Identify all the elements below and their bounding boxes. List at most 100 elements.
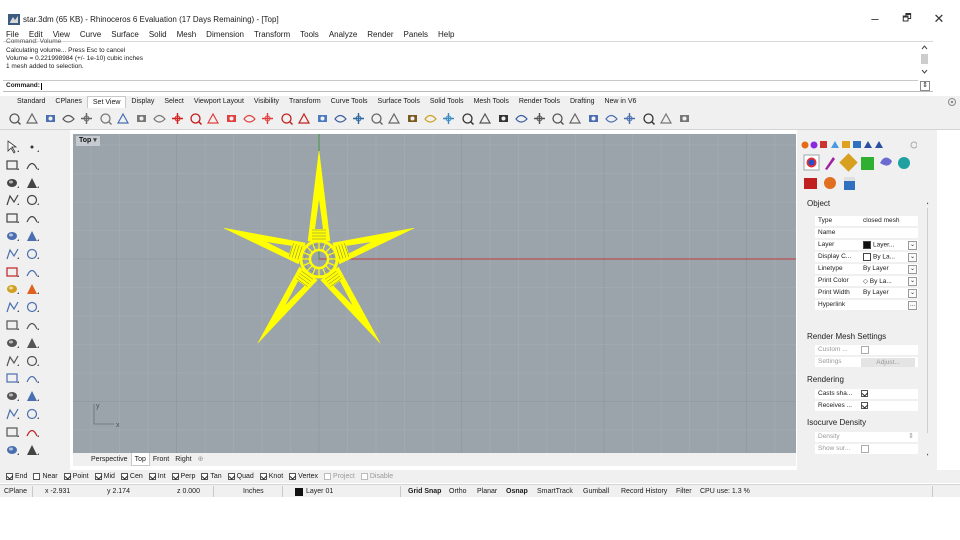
- osnap-checkbox[interactable]: [33, 473, 41, 480]
- curve-icon[interactable]: [5, 211, 20, 225]
- boolean-icon[interactable]: [5, 282, 20, 296]
- dimension-icon[interactable]: [25, 371, 40, 385]
- osnap-end[interactable]: End: [6, 473, 27, 480]
- fly-icon[interactable]: [586, 111, 601, 126]
- named-views-icon[interactable]: [333, 111, 348, 126]
- more-tools-icon[interactable]: [25, 443, 40, 457]
- named-cplanes-icon[interactable]: [351, 111, 366, 126]
- person-icon[interactable]: [641, 111, 656, 126]
- menu-transform[interactable]: Transform: [254, 29, 290, 41]
- command-scrollbar[interactable]: [918, 43, 931, 78]
- osnap-checkbox[interactable]: [227, 473, 235, 480]
- pan-icon[interactable]: [7, 111, 22, 126]
- redo-view-icon[interactable]: [152, 111, 167, 126]
- split-icon[interactable]: [25, 318, 40, 332]
- osnap-checkbox[interactable]: [259, 473, 267, 480]
- zoom-in-icon[interactable]: [369, 111, 384, 126]
- toolbar-tab-transform[interactable]: Transform: [284, 96, 326, 108]
- osnap-disable[interactable]: Disable: [360, 473, 393, 480]
- planar-toggle[interactable]: Planar: [477, 486, 497, 497]
- menu-render[interactable]: Render: [367, 29, 393, 41]
- osnap-checkbox[interactable]: [289, 473, 297, 480]
- group-icon[interactable]: [25, 300, 40, 314]
- show-surface-checkbox[interactable]: [861, 445, 869, 453]
- named-view-red-2-icon[interactable]: [188, 111, 203, 126]
- rotate-icon[interactable]: [25, 111, 40, 126]
- toolbar-tab-mesh-tools[interactable]: Mesh Tools: [469, 96, 514, 108]
- swivel-icon[interactable]: [604, 111, 619, 126]
- status-layer[interactable]: Layer 01: [306, 486, 333, 497]
- gumball-toggle[interactable]: Gumball: [583, 486, 609, 497]
- menu-tools[interactable]: Tools: [300, 29, 319, 41]
- menu-dimension[interactable]: Dimension: [206, 29, 244, 41]
- rhino-app-icon[interactable]: [8, 14, 20, 25]
- osnap-mid[interactable]: Mid: [94, 473, 115, 480]
- curve-2-icon[interactable]: [25, 211, 40, 225]
- menu-panels[interactable]: Panels: [404, 29, 428, 41]
- toolbar-tab-drafting[interactable]: Drafting: [565, 96, 600, 108]
- camera-icon[interactable]: [206, 111, 221, 126]
- status-cplane[interactable]: CPlane: [4, 486, 27, 497]
- camera-3-icon[interactable]: [242, 111, 257, 126]
- hyperlink-browse-button[interactable]: ...: [908, 301, 917, 310]
- viewport-tab-top[interactable]: Top: [130, 453, 150, 466]
- menu-curve[interactable]: Curve: [80, 29, 101, 41]
- osnap-int[interactable]: Int: [148, 473, 166, 480]
- zoom-out-icon[interactable]: [387, 111, 402, 126]
- world-icon[interactable]: [405, 111, 420, 126]
- target-icon[interactable]: [441, 111, 456, 126]
- camera-5-icon[interactable]: [279, 111, 294, 126]
- osnap-checkbox[interactable]: [120, 473, 128, 480]
- command-expand-button[interactable]: ⇕: [920, 81, 930, 91]
- osnap-checkbox[interactable]: [171, 473, 179, 480]
- viewport-title[interactable]: Top ▾: [76, 136, 100, 146]
- prop-row-linetype[interactable]: Linetype By Layer ⌄: [815, 264, 918, 275]
- layout-icon[interactable]: [5, 389, 20, 403]
- toolbar-tab-visibility[interactable]: Visibility: [249, 96, 284, 108]
- prop-row-hyperlink[interactable]: Hyperlink...: [815, 300, 918, 311]
- render-icon[interactable]: [5, 443, 20, 457]
- toolbar-tab-new-in-v6[interactable]: New in V6: [599, 96, 641, 108]
- perspective-icon[interactable]: [496, 111, 511, 126]
- viewport-top[interactable]: yx Top ▾: [73, 134, 796, 453]
- custom-mesh-checkbox[interactable]: [861, 346, 869, 354]
- show-surface-row[interactable]: Show sur...: [815, 444, 918, 455]
- adjust-button[interactable]: Adjust...: [861, 358, 915, 367]
- prop-row-display-c-[interactable]: Display C... By La... ⌄: [815, 252, 918, 263]
- sun-icon[interactable]: [423, 111, 438, 126]
- menu-mesh[interactable]: Mesh: [177, 29, 197, 41]
- osnap-checkbox[interactable]: [148, 473, 156, 480]
- osnap-checkbox[interactable]: [6, 473, 13, 480]
- polyline-icon[interactable]: [5, 158, 20, 172]
- gear-icon[interactable]: [947, 97, 957, 107]
- polygon-icon[interactable]: [5, 193, 20, 207]
- menu-surface[interactable]: Surface: [111, 29, 139, 41]
- density-spinner[interactable]: ⇕: [908, 432, 914, 440]
- menu-solid[interactable]: Solid: [149, 29, 167, 41]
- menu-analyze[interactable]: Analyze: [329, 29, 357, 41]
- plan-view-icon[interactable]: [460, 111, 475, 126]
- receives-shadows-checkbox[interactable]: [861, 402, 868, 409]
- status-units[interactable]: Inches: [243, 486, 264, 497]
- array-icon[interactable]: [25, 389, 40, 403]
- viewport-tab-front[interactable]: Front: [150, 453, 172, 466]
- box-icon[interactable]: [25, 247, 40, 261]
- chevron-down-icon[interactable]: ⌄: [908, 277, 917, 286]
- smarttrack-toggle[interactable]: SmartTrack: [537, 486, 573, 497]
- menu-help[interactable]: Help: [438, 29, 454, 41]
- toolbar-tab-cplanes[interactable]: CPlanes: [50, 96, 86, 108]
- casts-shadows-row[interactable]: Casts sha...: [815, 389, 918, 400]
- dolly-icon[interactable]: [532, 111, 547, 126]
- blend-icon[interactable]: [5, 229, 20, 243]
- snapshot-icon[interactable]: [478, 111, 493, 126]
- osnap-checkbox[interactable]: [324, 473, 332, 480]
- named-view-red-icon[interactable]: [170, 111, 185, 126]
- rectangle-icon[interactable]: [25, 158, 40, 172]
- cylinder-icon[interactable]: [5, 265, 20, 279]
- minimize-button[interactable]: –: [862, 10, 888, 28]
- toolbar-tab-solid-tools[interactable]: Solid Tools: [425, 96, 469, 108]
- receives-shadows-row[interactable]: Receives ...: [815, 401, 918, 412]
- fillet-icon[interactable]: [25, 229, 40, 243]
- close-button[interactable]: ✕: [926, 10, 952, 28]
- panel-tab-icons[interactable]: [799, 139, 917, 195]
